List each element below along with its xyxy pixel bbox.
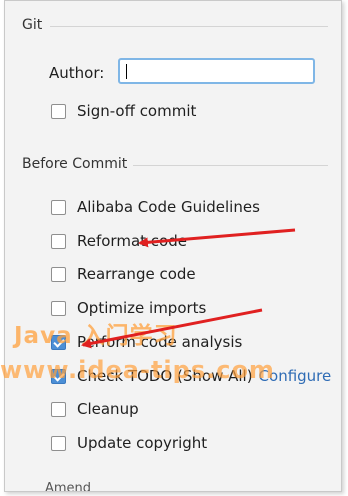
option-rearrange-code[interactable]: Rearrange code xyxy=(51,263,196,285)
update-copyright-checkbox[interactable] xyxy=(51,435,66,451)
before-commit-title: Before Commit xyxy=(22,156,128,172)
text-caret xyxy=(126,64,127,79)
signoff-label: Sign-off commit xyxy=(77,102,197,120)
option-alibaba-guidelines[interactable]: Alibaba Code Guidelines xyxy=(51,196,260,218)
before-commit-separator xyxy=(133,165,328,166)
amend-label: Amend xyxy=(45,481,92,492)
author-label: Author: xyxy=(49,64,105,82)
git-separator xyxy=(50,26,328,27)
option-label: Update copyright xyxy=(77,434,208,452)
option-label: Cleanup xyxy=(77,400,139,418)
optimize-imports-checkbox[interactable] xyxy=(51,300,66,316)
option-label: Reformat code xyxy=(77,232,187,250)
option-label: Alibaba Code Guidelines xyxy=(77,198,260,216)
commit-options-panel: Git Author: Sign-off commit Before Commi… xyxy=(4,0,342,492)
cleanup-checkbox[interactable] xyxy=(51,401,66,417)
author-input[interactable] xyxy=(118,58,315,84)
watermark-url: www.idea-tips.com xyxy=(0,356,275,384)
reformat-code-checkbox[interactable] xyxy=(51,233,66,249)
signoff-commit-option[interactable]: Sign-off commit xyxy=(51,100,196,122)
option-label: Optimize imports xyxy=(77,299,207,317)
alibaba-guidelines-checkbox[interactable] xyxy=(51,199,66,215)
option-label: Rearrange code xyxy=(77,265,196,283)
git-section-title: Git xyxy=(22,17,43,33)
rearrange-code-checkbox[interactable] xyxy=(51,266,66,282)
watermark-text: Java 入门学习 xyxy=(14,323,178,349)
option-reformat-code[interactable]: Reformat code xyxy=(51,230,187,252)
option-cleanup[interactable]: Cleanup xyxy=(51,398,139,420)
signoff-checkbox[interactable] xyxy=(51,103,66,119)
option-update-copyright[interactable]: Update copyright xyxy=(51,432,207,454)
